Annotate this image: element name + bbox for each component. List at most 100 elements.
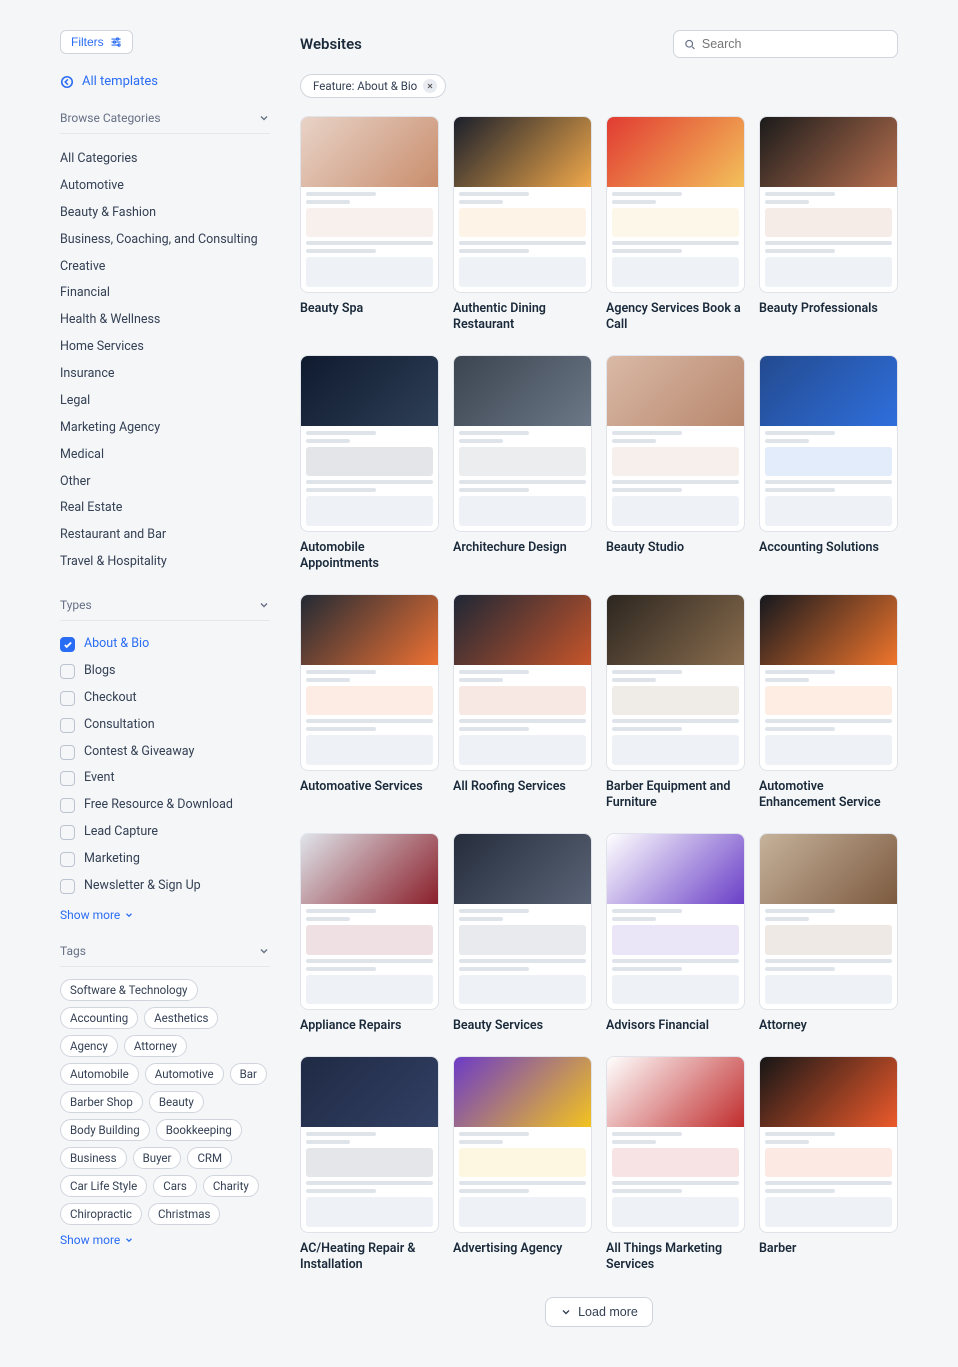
category-item[interactable]: Medical — [60, 442, 270, 469]
type-filter-row[interactable]: Free Resource & Download — [60, 792, 270, 819]
type-filter-row[interactable]: Checkout — [60, 685, 270, 712]
chevron-down-icon — [258, 945, 270, 957]
tag[interactable]: Bar — [230, 1063, 267, 1085]
category-item[interactable]: Creative — [60, 254, 270, 281]
template-title: Appliance Repairs — [300, 1018, 439, 1034]
tag[interactable]: Buyer — [133, 1147, 182, 1169]
template-card[interactable]: Beauty Studio — [606, 355, 745, 572]
tag[interactable]: Barber Shop — [60, 1091, 143, 1113]
template-card[interactable]: Advisors Financial — [606, 833, 745, 1034]
category-item[interactable]: Automotive — [60, 173, 270, 200]
category-item[interactable]: Restaurant and Bar — [60, 522, 270, 549]
tag[interactable]: Christmas — [148, 1203, 221, 1225]
template-card[interactable]: Barber Equipment and Furniture — [606, 594, 745, 811]
template-card[interactable]: All Roofing Services — [453, 594, 592, 811]
checkbox[interactable] — [60, 745, 75, 760]
checkbox[interactable] — [60, 691, 75, 706]
chevron-down-icon — [124, 1235, 134, 1245]
template-card[interactable]: All Things Marketing Services — [606, 1056, 745, 1273]
type-filter-row[interactable]: Marketing — [60, 846, 270, 873]
template-card[interactable]: Beauty Services — [453, 833, 592, 1034]
type-filter-row[interactable]: Blogs — [60, 658, 270, 685]
checkbox[interactable] — [60, 879, 75, 894]
category-item[interactable]: Beauty & Fashion — [60, 200, 270, 227]
tags-show-more[interactable]: Show more — [60, 1233, 270, 1247]
category-item[interactable]: Legal — [60, 388, 270, 415]
type-filter-row[interactable]: Event — [60, 765, 270, 792]
template-thumbnail — [759, 116, 898, 293]
tag[interactable]: CRM — [187, 1147, 232, 1169]
remove-filter-button[interactable] — [423, 79, 437, 93]
tag[interactable]: Attorney — [124, 1035, 187, 1057]
template-title: Automotive Enhancement Service — [759, 779, 898, 812]
tag[interactable]: Aesthetics — [144, 1007, 218, 1029]
tag[interactable]: Bookkeeping — [156, 1119, 242, 1141]
template-card[interactable]: Appliance Repairs — [300, 833, 439, 1034]
type-filter-row[interactable]: Consultation — [60, 712, 270, 739]
template-card[interactable]: Architechure Design — [453, 355, 592, 572]
checkbox[interactable] — [60, 771, 75, 786]
category-item[interactable]: All Categories — [60, 146, 270, 173]
tag[interactable]: Software & Technology — [60, 979, 198, 1001]
load-more-button[interactable]: Load more — [545, 1297, 653, 1327]
all-templates-link[interactable]: All templates — [60, 74, 270, 89]
template-title: Beauty Services — [453, 1018, 592, 1034]
category-item[interactable]: Marketing Agency — [60, 415, 270, 442]
search-box[interactable] — [673, 30, 898, 58]
template-card[interactable]: Advertising Agency — [453, 1056, 592, 1273]
template-card[interactable]: AC/Heating Repair & Installation — [300, 1056, 439, 1273]
type-label: About & Bio — [84, 636, 149, 653]
category-item[interactable]: Insurance — [60, 361, 270, 388]
template-card[interactable]: Agency Services Book a Call — [606, 116, 745, 333]
template-card[interactable]: Attorney — [759, 833, 898, 1034]
tag[interactable]: Car Life Style — [60, 1175, 147, 1197]
template-card[interactable]: Automobile Appointments — [300, 355, 439, 572]
checkbox[interactable] — [60, 637, 75, 652]
types-header[interactable]: Types — [60, 598, 270, 621]
template-card[interactable]: Barber — [759, 1056, 898, 1273]
category-item[interactable]: Health & Wellness — [60, 307, 270, 334]
category-item[interactable]: Home Services — [60, 334, 270, 361]
template-card[interactable]: Accounting Solutions — [759, 355, 898, 572]
template-title: AC/Heating Repair & Installation — [300, 1241, 439, 1274]
tag[interactable]: Automotive — [145, 1063, 224, 1085]
tag[interactable]: Beauty — [149, 1091, 204, 1113]
checkbox[interactable] — [60, 664, 75, 679]
tag[interactable]: Business — [60, 1147, 127, 1169]
template-card[interactable]: Beauty Spa — [300, 116, 439, 333]
types-show-more[interactable]: Show more — [60, 908, 270, 922]
type-filter-row[interactable]: Newsletter & Sign Up — [60, 873, 270, 900]
checkbox[interactable] — [60, 825, 75, 840]
template-card[interactable]: Automotive Enhancement Service — [759, 594, 898, 811]
tag[interactable]: Agency — [60, 1035, 118, 1057]
tag[interactable]: Cars — [153, 1175, 197, 1197]
tags-header[interactable]: Tags — [60, 944, 270, 967]
template-card[interactable]: Authentic Dining Restaurant — [453, 116, 592, 333]
type-filter-row[interactable]: Contest & Giveaway — [60, 739, 270, 766]
browse-categories-header[interactable]: Browse Categories — [60, 111, 270, 134]
type-filter-row[interactable]: Lead Capture — [60, 819, 270, 846]
tag[interactable]: Accounting — [60, 1007, 138, 1029]
checkbox[interactable] — [60, 718, 75, 733]
template-title: Automobile Appointments — [300, 540, 439, 573]
checkbox[interactable] — [60, 798, 75, 813]
type-label: Newsletter & Sign Up — [84, 878, 201, 895]
category-item[interactable]: Real Estate — [60, 495, 270, 522]
template-title: All Things Marketing Services — [606, 1241, 745, 1274]
category-item[interactable]: Business, Coaching, and Consulting — [60, 227, 270, 254]
tag[interactable]: Body Building — [60, 1119, 150, 1141]
category-item[interactable]: Travel & Hospitality — [60, 549, 270, 576]
type-filter-row[interactable]: About & Bio — [60, 631, 270, 658]
template-card[interactable]: Automoative Services — [300, 594, 439, 811]
template-thumbnail — [300, 355, 439, 532]
checkbox[interactable] — [60, 852, 75, 867]
search-input[interactable] — [702, 37, 887, 51]
tag[interactable]: Automobile — [60, 1063, 139, 1085]
category-item[interactable]: Other — [60, 469, 270, 496]
template-thumbnail — [300, 833, 439, 1010]
category-item[interactable]: Financial — [60, 280, 270, 307]
filters-button[interactable]: Filters — [60, 30, 133, 54]
tag[interactable]: Charity — [203, 1175, 259, 1197]
template-card[interactable]: Beauty Professionals — [759, 116, 898, 333]
tag[interactable]: Chiropractic — [60, 1203, 142, 1225]
